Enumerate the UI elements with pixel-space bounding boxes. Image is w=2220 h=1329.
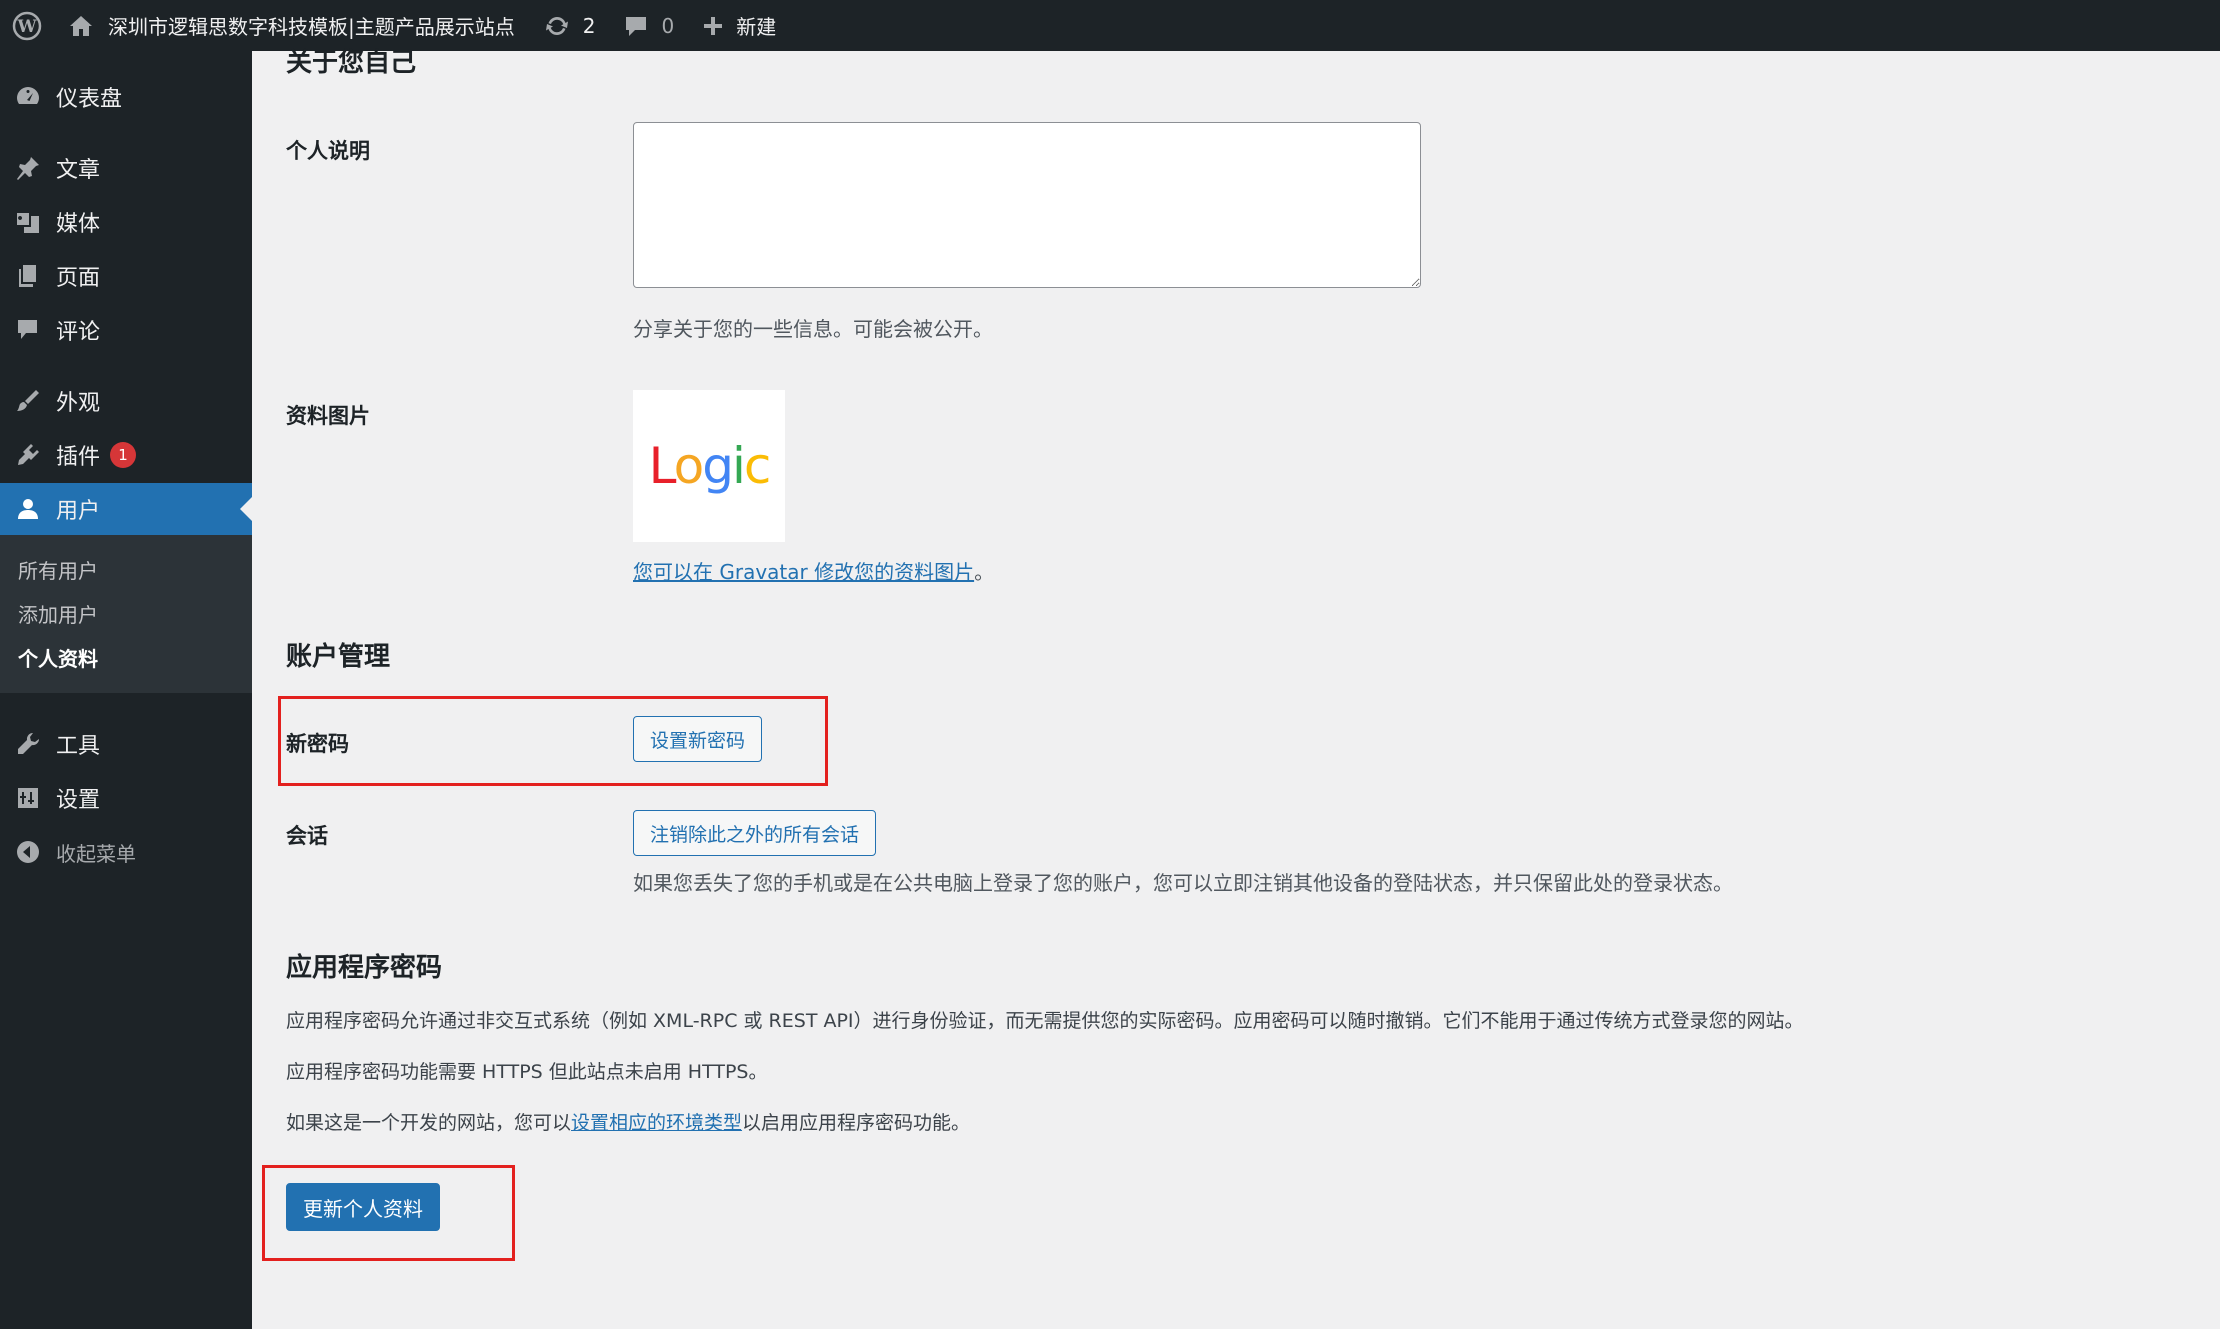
comments-link[interactable]: 0	[609, 0, 688, 51]
sidebar-item-label: 页面	[56, 266, 101, 291]
section-heading-about: 关于您自己	[286, 48, 417, 78]
bio-description: 分享关于您的一些信息。可能会被公开。	[633, 317, 993, 341]
sidebar-item-appearance[interactable]: 外观	[0, 375, 252, 427]
comment-bubble-icon	[626, 16, 647, 36]
home-icon	[70, 15, 92, 36]
env-note-suffix: 以启用应用程序密码功能。	[742, 1112, 971, 1134]
plus-icon	[704, 16, 723, 35]
collapse-arrow-icon	[0, 838, 56, 866]
page-icon	[0, 262, 56, 290]
admin-sidebar: 仪表盘 文章 媒体 页面 评论 外观 插件 1 用户 所有用户 添加用户 个人资…	[0, 51, 252, 1329]
site-name: 深圳市逻辑思数字科技模板|主题产品展示站点	[108, 15, 515, 39]
gravatar-link[interactable]: 您可以在 Gravatar 修改您的资料图片	[633, 560, 974, 584]
new-content-link[interactable]: 新建	[688, 0, 790, 51]
sidebar-item-tools[interactable]: 工具	[0, 718, 252, 770]
updates-count: 2	[582, 13, 596, 38]
bio-textarea[interactable]	[633, 122, 1421, 288]
sidebar-item-label: 工具	[56, 734, 101, 759]
plugin-icon	[0, 441, 56, 469]
section-heading-account: 账户管理	[286, 642, 391, 672]
gravatar-suffix: 。	[974, 560, 995, 584]
updates-link[interactable]: 2	[529, 0, 610, 51]
sessions-label: 会话	[286, 824, 328, 848]
logic-logo: Logic	[648, 437, 772, 495]
profile-picture-label: 资料图片	[286, 404, 370, 428]
sidebar-item-label: 插件	[56, 445, 101, 470]
app-passwords-env-note: 如果这是一个开发的网站，您可以设置相应的环境类型以启用应用程序密码功能。	[286, 1108, 970, 1135]
collapse-menu-label: 收起菜单	[56, 841, 136, 866]
sidebar-item-label: 文章	[56, 158, 101, 183]
plugin-update-badge: 1	[110, 442, 137, 468]
sidebar-item-label: 仪表盘	[56, 87, 123, 112]
sidebar-item-media[interactable]: 媒体	[0, 196, 252, 248]
profile-content: 关于您自己 个人说明 分享关于您的一些信息。可能会被公开。 资料图片 Logic…	[252, 48, 2220, 1329]
settings-icon	[0, 784, 56, 812]
submenu-item-add-user[interactable]: 添加用户	[18, 599, 98, 628]
sidebar-item-comments[interactable]: 评论	[0, 304, 252, 356]
environment-type-link[interactable]: 设置相应的环境类型	[571, 1112, 742, 1134]
logout-other-sessions-button[interactable]: 注销除此之外的所有会话	[633, 810, 877, 856]
comments-count: 0	[661, 13, 675, 38]
refresh-icon	[545, 16, 568, 35]
set-new-password-button[interactable]: 设置新密码	[633, 716, 763, 762]
new-label: 新建	[736, 15, 777, 39]
sidebar-item-plugins[interactable]: 插件 1	[0, 429, 252, 481]
submenu-item-all-users[interactable]: 所有用户	[18, 555, 98, 584]
bio-label: 个人说明	[286, 139, 370, 163]
wrench-icon	[0, 730, 56, 758]
sidebar-item-posts[interactable]: 文章	[0, 142, 252, 194]
users-submenu: 所有用户 添加用户 个人资料	[0, 535, 252, 693]
sidebar-item-label: 设置	[56, 788, 101, 813]
sidebar-item-dashboard[interactable]: 仪表盘	[0, 71, 252, 123]
svg-text:W: W	[16, 17, 37, 37]
sidebar-item-settings[interactable]: 设置	[0, 772, 252, 824]
sidebar-item-users[interactable]: 用户	[0, 483, 252, 535]
sidebar-item-pages[interactable]: 页面	[0, 250, 252, 302]
gravatar-note: 您可以在 Gravatar 修改您的资料图片。	[633, 556, 994, 585]
pin-icon	[0, 154, 56, 182]
env-note-prefix: 如果这是一个开发的网站，您可以	[286, 1112, 572, 1134]
wordpress-logo-icon[interactable]: W	[2, 0, 52, 51]
collapse-menu-button[interactable]: 收起菜单	[0, 826, 252, 878]
sidebar-item-label: 评论	[56, 320, 101, 345]
sidebar-item-label: 用户	[56, 499, 101, 524]
avatar: Logic	[633, 390, 785, 542]
app-passwords-intro: 应用程序密码允许通过非交互式系统（例如 XML-RPC 或 REST API）进…	[286, 1010, 1804, 1032]
comment-icon	[0, 316, 56, 344]
update-profile-button[interactable]: 更新个人资料	[286, 1183, 440, 1231]
media-icon	[0, 208, 56, 236]
sidebar-item-label: 外观	[56, 391, 101, 416]
section-heading-app-passwords: 应用程序密码	[286, 953, 443, 983]
sidebar-item-label: 媒体	[56, 212, 101, 237]
user-icon	[0, 495, 56, 523]
app-passwords-https-note: 应用程序密码功能需要 HTTPS 但此站点未启用 HTTPS。	[286, 1061, 768, 1083]
sessions-description: 如果您丢失了您的手机或是在公共电脑上登录了您的账户，您可以立即注销其他设备的登陆…	[633, 871, 1733, 895]
brush-icon	[0, 387, 56, 415]
new-password-label: 新密码	[286, 732, 349, 756]
dashboard-icon	[0, 83, 56, 111]
submenu-item-profile[interactable]: 个人资料	[18, 643, 98, 672]
